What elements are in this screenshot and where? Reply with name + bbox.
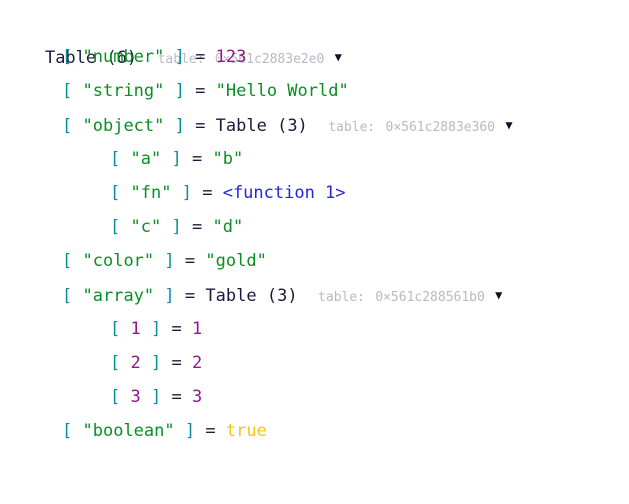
tree-row[interactable]: [ "object" ] = Table (3) table: 0×561c28… <box>4 108 629 142</box>
equals-sign: = <box>171 387 182 407</box>
equals-sign: = <box>184 251 196 271</box>
equals-sign: = <box>191 149 203 169</box>
row-key: "fn" <box>130 183 172 203</box>
equals-sign: = <box>195 47 206 67</box>
bracket-close: ] <box>174 47 185 67</box>
row-key: "c" <box>130 217 162 237</box>
equals-sign: = <box>195 81 206 101</box>
row-value: "b" <box>212 149 244 169</box>
row-value: "gold" <box>205 251 267 271</box>
bracket-close: ] <box>184 421 196 441</box>
bracket-close: ] <box>164 251 175 271</box>
row-value: 1 <box>192 319 203 339</box>
tree-row[interactable]: [ 1 ] = 1 <box>4 312 629 346</box>
tree-row[interactable]: [ 2 ] = 2 <box>4 346 629 380</box>
row-key: "boolean" <box>82 421 175 441</box>
row-address-label: table: <box>328 120 376 135</box>
equals-sign: = <box>195 116 206 136</box>
bracket-close: ] <box>174 116 185 136</box>
row-key: "a" <box>130 149 162 169</box>
row-collapse-triangle-icon[interactable]: ▼ <box>505 118 512 132</box>
tree-row[interactable]: [ "boolean" ] = true <box>4 414 629 448</box>
bracket-open: [ <box>110 183 121 203</box>
equals-sign: = <box>184 286 196 306</box>
bracket-open: [ <box>62 421 73 441</box>
bracket-open: [ <box>110 149 121 169</box>
equals-sign: = <box>171 353 182 373</box>
bracket-open: [ <box>62 286 73 306</box>
equals-sign: = <box>205 421 216 441</box>
bracket-close: ] <box>171 149 182 169</box>
row-value: 3 <box>192 387 203 407</box>
equals-sign: = <box>191 217 203 237</box>
row-table-count: (3) <box>266 286 298 306</box>
table-inspector-tree: Table (6) table: 0×561c2883e2e0 ▼ [ "num… <box>0 0 629 448</box>
row-key: 2 <box>130 353 141 373</box>
bracket-close: ] <box>151 319 162 339</box>
row-key: "string" <box>82 81 165 101</box>
tree-row[interactable]: [ "fn" ] = <function 1> <box>4 176 629 210</box>
equals-sign: = <box>202 183 213 203</box>
tree-row[interactable]: [ 3 ] = 3 <box>4 380 629 414</box>
bracket-close: ] <box>151 387 162 407</box>
row-value: 123 <box>215 47 247 67</box>
row-key: 3 <box>130 387 141 407</box>
bracket-open: [ <box>62 251 73 271</box>
bracket-close: ] <box>181 183 192 203</box>
row-value: "d" <box>212 217 244 237</box>
row-key: "array" <box>82 286 155 306</box>
bracket-open: [ <box>62 47 73 67</box>
bracket-close: ] <box>174 81 185 101</box>
row-key: "object" <box>82 116 165 136</box>
row-collapse-triangle-icon[interactable]: ▼ <box>495 288 502 302</box>
bracket-open: [ <box>110 387 121 407</box>
row-value: true <box>225 421 267 441</box>
tree-root-row[interactable]: Table (6) table: 0×561c2883e2e0 ▼ <box>4 6 629 68</box>
row-address-value: 0×561c2883e360 <box>385 120 496 135</box>
row-value: <function 1> <box>222 183 346 203</box>
row-address-label: table: <box>318 290 366 305</box>
tree-row[interactable]: [ "a" ] = "b" <box>4 142 629 176</box>
bracket-open: [ <box>110 319 121 339</box>
row-key: "color" <box>82 251 155 271</box>
row-value: Table <box>205 286 257 306</box>
bracket-close: ] <box>171 217 182 237</box>
bracket-close: ] <box>164 286 175 306</box>
root-collapse-triangle-icon[interactable]: ▼ <box>335 50 342 64</box>
bracket-close: ] <box>151 353 162 373</box>
tree-row[interactable]: [ "string" ] = "Hello World" <box>4 74 629 108</box>
bracket-open: [ <box>110 353 121 373</box>
row-table-count: (3) <box>277 116 308 136</box>
row-key: 1 <box>130 319 141 339</box>
row-value: "Hello World" <box>215 81 349 101</box>
row-value: Table <box>215 116 267 136</box>
tree-row[interactable]: [ "array" ] = Table (3) table: 0×561c288… <box>4 278 629 312</box>
row-value: 2 <box>192 353 203 373</box>
bracket-open: [ <box>62 116 73 136</box>
tree-row[interactable]: [ "color" ] = "gold" <box>4 244 629 278</box>
bracket-open: [ <box>62 81 73 101</box>
equals-sign: = <box>171 319 182 339</box>
tree-row[interactable]: [ "c" ] = "d" <box>4 210 629 244</box>
row-address-value: 0×561c288561b0 <box>375 290 485 305</box>
bracket-open: [ <box>110 217 121 237</box>
row-key: "number" <box>82 47 165 67</box>
